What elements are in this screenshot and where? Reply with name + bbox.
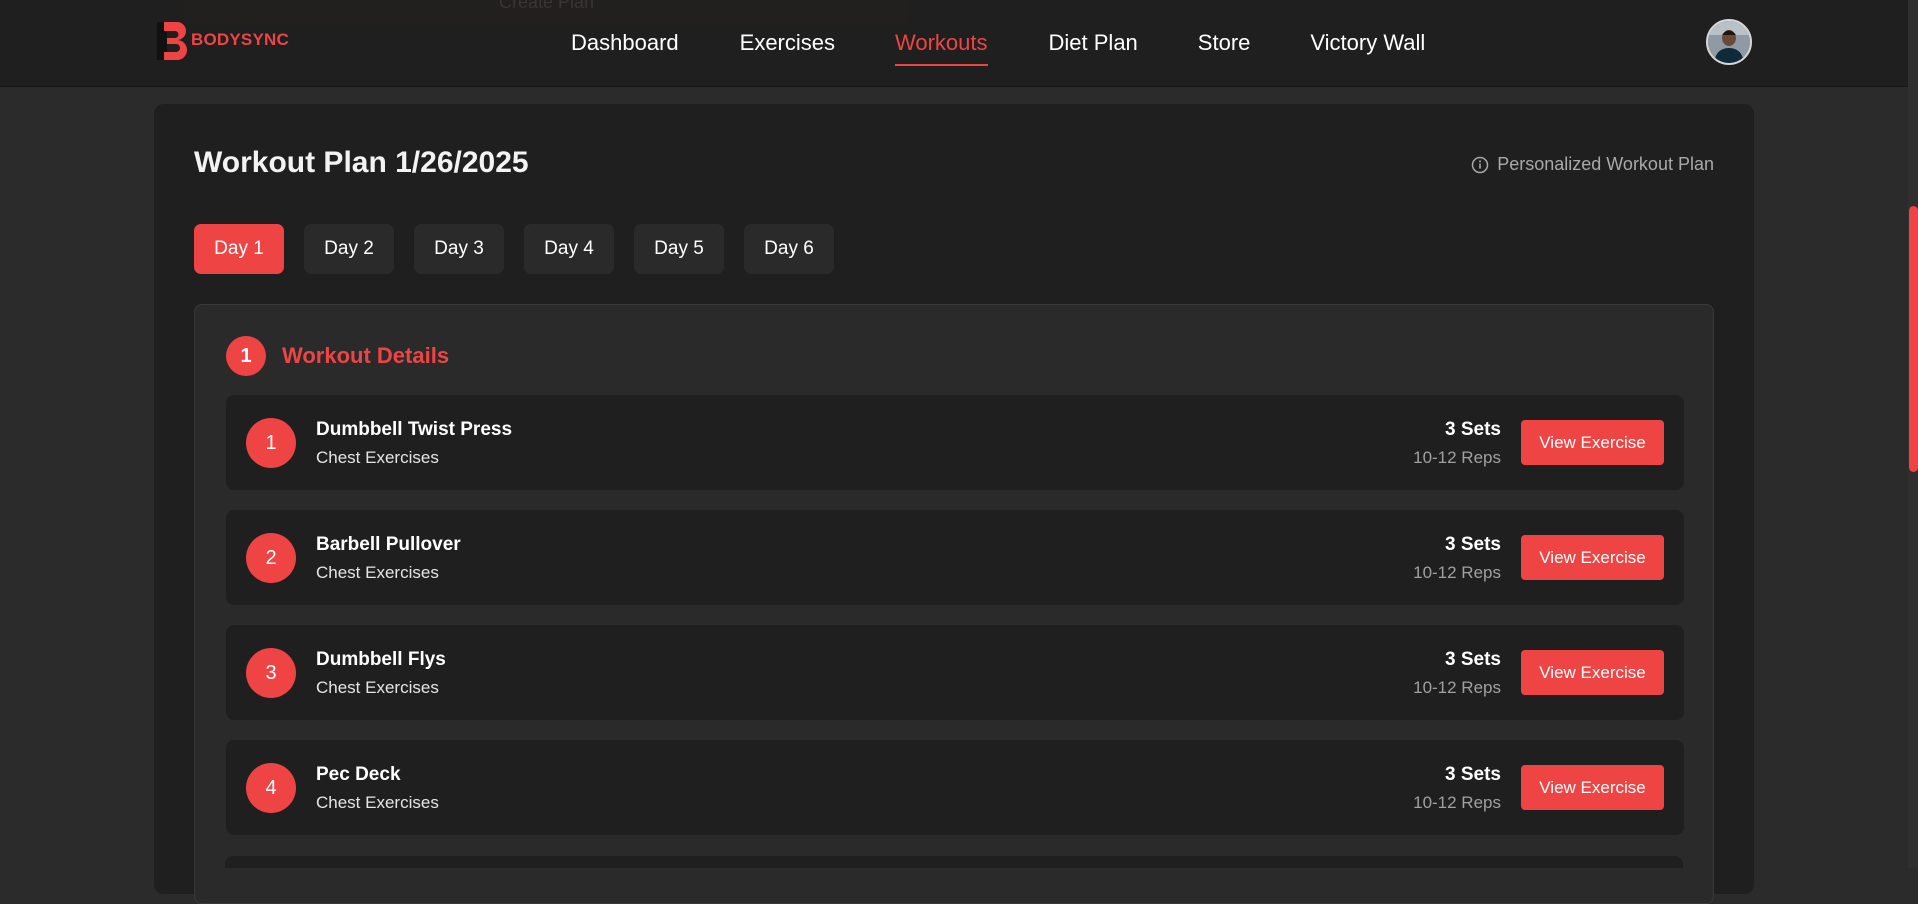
user-photo-icon xyxy=(1708,21,1750,63)
exercise-list: 1 Dumbbell Twist Press Chest Exercises 3… xyxy=(226,395,1684,855)
tab-day-4[interactable]: Day 4 xyxy=(524,224,614,274)
exercise-row: 1 Dumbbell Twist Press Chest Exercises 3… xyxy=(226,395,1684,490)
nav-victory-wall[interactable]: Victory Wall xyxy=(1310,28,1425,68)
exercise-reps: 10-12 Reps xyxy=(1413,678,1501,697)
user-avatar[interactable] xyxy=(1706,19,1752,65)
plan-type-label: Personalized Workout Plan xyxy=(1497,154,1714,174)
exercise-name: Dumbbell Flys xyxy=(316,649,446,670)
workout-details-title: Workout Details xyxy=(282,343,450,368)
brand-name: BODYSYNC xyxy=(191,30,289,49)
exercise-number-badge: 3 xyxy=(246,648,296,698)
nav-store[interactable]: Store xyxy=(1198,28,1251,68)
tab-day-6[interactable]: Day 6 xyxy=(744,224,834,274)
exercise-number-badge: 4 xyxy=(246,763,296,813)
tab-day-5[interactable]: Day 5 xyxy=(634,224,724,274)
workout-details-header: 1 Workout Details xyxy=(226,336,449,376)
top-navbar: Create Plan BODYSYNC Dashboard Exercises… xyxy=(0,0,1908,87)
next-exercise-row-peek xyxy=(225,856,1683,868)
exercise-row: 2 Barbell Pullover Chest Exercises 3 Set… xyxy=(226,510,1684,605)
view-exercise-button[interactable]: View Exercise xyxy=(1521,650,1664,695)
exercise-number-badge: 2 xyxy=(246,533,296,583)
tab-day-3[interactable]: Day 3 xyxy=(414,224,504,274)
nav-diet-plan[interactable]: Diet Plan xyxy=(1049,28,1138,68)
exercise-category: Chest Exercises xyxy=(316,563,439,582)
workout-plan-card: Workout Plan 1/26/2025 Personalized Work… xyxy=(154,104,1754,904)
main-nav: Dashboard Exercises Workouts Diet Plan S… xyxy=(571,28,1425,68)
view-exercise-button[interactable]: View Exercise xyxy=(1521,420,1664,465)
exercise-category: Chest Exercises xyxy=(316,678,439,697)
view-exercise-button[interactable]: View Exercise xyxy=(1521,765,1664,810)
exercise-name: Pec Deck xyxy=(316,764,401,785)
exercise-name: Barbell Pullover xyxy=(316,534,461,555)
exercise-number-badge: 1 xyxy=(246,418,296,468)
exercise-reps: 10-12 Reps xyxy=(1413,793,1501,812)
exercise-sets: 3 Sets xyxy=(1445,764,1501,785)
exercise-category: Chest Exercises xyxy=(316,448,439,467)
workout-details-panel: 1 Workout Details 1 Dumbbell Twist Press… xyxy=(194,304,1714,904)
exercise-reps: 10-12 Reps xyxy=(1413,448,1501,467)
page-scrollbar-thumb[interactable] xyxy=(1909,206,1918,472)
day-number-badge: 1 xyxy=(226,336,266,376)
brand-logo[interactable]: BODYSYNC xyxy=(155,20,289,62)
exercise-row: 3 Dumbbell Flys Chest Exercises 3 Sets 1… xyxy=(226,625,1684,720)
exercise-name: Dumbbell Twist Press xyxy=(316,419,513,440)
exercise-row: 4 Pec Deck Chest Exercises 3 Sets 10-12 … xyxy=(226,740,1684,835)
logo-mark-icon xyxy=(157,22,187,60)
exercise-sets: 3 Sets xyxy=(1445,419,1501,440)
create-plan-ghost-button: Create Plan xyxy=(184,0,909,24)
nav-dashboard[interactable]: Dashboard xyxy=(571,28,679,68)
exercise-reps: 10-12 Reps xyxy=(1413,563,1501,582)
nav-exercises[interactable]: Exercises xyxy=(740,28,835,68)
exercise-sets: 3 Sets xyxy=(1445,534,1501,555)
tab-day-2[interactable]: Day 2 xyxy=(304,224,394,274)
plan-type-note: Personalized Workout Plan xyxy=(1471,154,1714,175)
exercise-sets: 3 Sets xyxy=(1445,649,1501,670)
exercise-category: Chest Exercises xyxy=(316,793,439,812)
tab-day-1[interactable]: Day 1 xyxy=(194,224,284,274)
nav-workouts[interactable]: Workouts xyxy=(895,28,988,68)
view-exercise-button[interactable]: View Exercise xyxy=(1521,535,1664,580)
day-tabs: Day 1 Day 2 Day 3 Day 4 Day 5 Day 6 xyxy=(194,224,834,274)
page-title: Workout Plan 1/26/2025 xyxy=(194,146,529,179)
info-icon xyxy=(1471,156,1489,173)
